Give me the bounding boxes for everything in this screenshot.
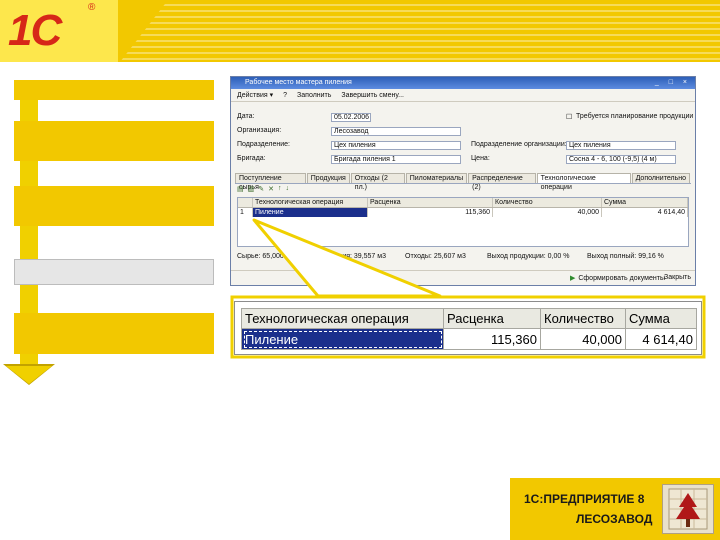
tab-distribution[interactable]: Распределение (2): [468, 173, 536, 191]
1c-logo: 1С ®: [0, 0, 118, 62]
grid-cell-rate[interactable]: 115,360: [368, 208, 493, 217]
grid-toolbar: ▤ ▥ ✎ ✕ ↑ ↓: [237, 185, 289, 194]
zoom-cell-rate: 115,360: [443, 328, 541, 350]
tab-raw[interactable]: Поступление сырья: [235, 173, 306, 191]
logo-text: 1С: [8, 6, 62, 55]
edit-row-icon[interactable]: ✎: [258, 185, 264, 194]
tab-strip: Поступление сырья Продукция Отходы (2 пл…: [235, 173, 691, 191]
actions-menu[interactable]: Действия ▾: [235, 91, 275, 99]
summary-product: Продукция: 39,557 м3: [315, 253, 386, 260]
zoom-callout: Технологическая операция Расценка Количе…: [234, 301, 702, 355]
plan-checkbox[interactable]: ☐: [566, 113, 572, 121]
copy-row-icon[interactable]: ▥: [248, 185, 255, 194]
grid-header: Технологическая операция Расценка Количе…: [238, 198, 688, 208]
window-toolbar: Действия ▾ ? Заполнить Завершить смену..…: [231, 89, 695, 102]
brand-solution-name: ЛЕСОЗАВОД: [576, 512, 653, 526]
zoom-header-qty: Количество: [540, 308, 626, 329]
grid-cell-num: 1: [238, 208, 253, 217]
summary-raw: Сырье: 65,000 м3: [237, 253, 295, 260]
move-up-icon[interactable]: ↑: [278, 185, 282, 194]
app-window: Рабочее место мастера пиления _ □ × Дейс…: [230, 76, 696, 286]
subdiv-org-label: Подразделение организации:: [471, 141, 567, 148]
window-title: Рабочее место мастера пиления: [245, 79, 352, 86]
zoom-cell-operation: Пиление: [241, 328, 444, 350]
grid-header-sum: Сумма: [602, 198, 688, 207]
brigade-label: Бригада:: [237, 155, 266, 162]
zoom-header-rate: Расценка: [443, 308, 541, 329]
help-button[interactable]: ?: [281, 92, 289, 99]
operations-grid: Технологическая операция Расценка Количе…: [237, 197, 689, 247]
tab-waste[interactable]: Отходы (2 пл.): [350, 173, 405, 191]
zoom-cell-sum: 4 614,40: [625, 328, 697, 350]
summary-bar: Сырье: 65,000 м3 Продукция: 39,557 м3 От…: [237, 253, 689, 262]
cost-field[interactable]: Сосна 4 - 6, 100 (-9,5) (4 м): [566, 155, 676, 164]
date-label: Дата:: [237, 113, 255, 120]
brigade-field[interactable]: Бригада пиления 1: [331, 155, 461, 164]
form-row-org: Организация: Лесозавод: [231, 127, 695, 137]
flow-step-3: [14, 186, 214, 226]
flow-arrowhead: [6, 366, 52, 384]
summary-waste: Отходы: 25,607 м3: [405, 253, 466, 260]
cost-label: Цена:: [471, 155, 490, 162]
subdiv-label: Подразделение:: [237, 141, 290, 148]
plan-checkbox-label: Требуется планирование продукции: [576, 113, 694, 120]
subdiv-field[interactable]: Цех пиления: [331, 141, 461, 150]
complete-shift-button[interactable]: Завершить смену...: [339, 92, 406, 99]
summary-output-pct: Выход продукции: 0,00 %: [487, 253, 570, 260]
window-titlebar: Рабочее место мастера пиления _ □ ×: [231, 77, 695, 89]
grid-header-operation: Технологическая операция: [253, 198, 368, 207]
flow-step-5: [14, 313, 214, 354]
header-stripes: [120, 0, 720, 62]
zoom-header-sum: Сумма: [625, 308, 697, 329]
logo-registered-mark: ®: [88, 2, 96, 13]
date-field[interactable]: 05.02.2006: [331, 113, 371, 122]
close-button[interactable]: Закрыть: [664, 274, 691, 281]
grid-header-rate: Расценка: [368, 198, 493, 207]
tab-additional[interactable]: Дополнительно: [631, 173, 690, 183]
org-label: Организация:: [237, 127, 282, 134]
form-row-brigade: Бригада: Бригада пиления 1 Цена: Сосна 4…: [231, 155, 695, 165]
window-statusbar: Сформировать документы Закрыть: [231, 270, 695, 285]
table-row[interactable]: 1 Пиление 115,360 40,000 4 614,40: [238, 208, 688, 217]
form-row-subdiv: Подразделение: Цех пиления Подразделение…: [231, 141, 695, 151]
grid-cell-qty[interactable]: 40,000: [493, 208, 602, 217]
zoom-cell-qty: 40,000: [540, 328, 626, 350]
grid-cell-sum[interactable]: 4 614,40: [602, 208, 688, 217]
flow-step-1: [14, 80, 214, 100]
fill-button[interactable]: Заполнить: [295, 92, 333, 99]
flow-step-2: [14, 121, 214, 161]
grid-cell-operation[interactable]: Пиление: [253, 208, 368, 217]
grid-header-qty: Количество: [493, 198, 602, 207]
tab-tech-operations[interactable]: Технологические операции: [536, 173, 631, 191]
generate-documents-button[interactable]: Сформировать документы: [570, 274, 665, 282]
zoom-header-operation: Технологическая операция: [241, 308, 444, 329]
org-field[interactable]: Лесозавод: [331, 127, 461, 136]
move-down-icon[interactable]: ↓: [286, 185, 290, 194]
flow-step-4-current: [14, 259, 214, 285]
add-row-icon[interactable]: ▤: [237, 185, 244, 194]
sawmill-tree-icon: [662, 484, 714, 534]
summary-output-full: Выход полный: 99,16 %: [587, 253, 664, 260]
delete-row-icon[interactable]: ✕: [268, 185, 274, 194]
tab-lumber[interactable]: Пиломатериалы: [405, 173, 468, 183]
subdiv-org-field[interactable]: Цех пиления: [566, 141, 676, 150]
tab-product[interactable]: Продукция: [306, 173, 350, 183]
form-row-date: Дата: 05.02.2006 ☐ Требуется планировани…: [231, 113, 695, 123]
brand-product-name: 1С:ПРЕДПРИЯТИЕ 8: [524, 492, 645, 506]
zoom-table: Технологическая операция Расценка Количе…: [241, 308, 697, 350]
window-controls[interactable]: _ □ ×: [655, 77, 691, 89]
grid-header-num: [238, 198, 253, 207]
